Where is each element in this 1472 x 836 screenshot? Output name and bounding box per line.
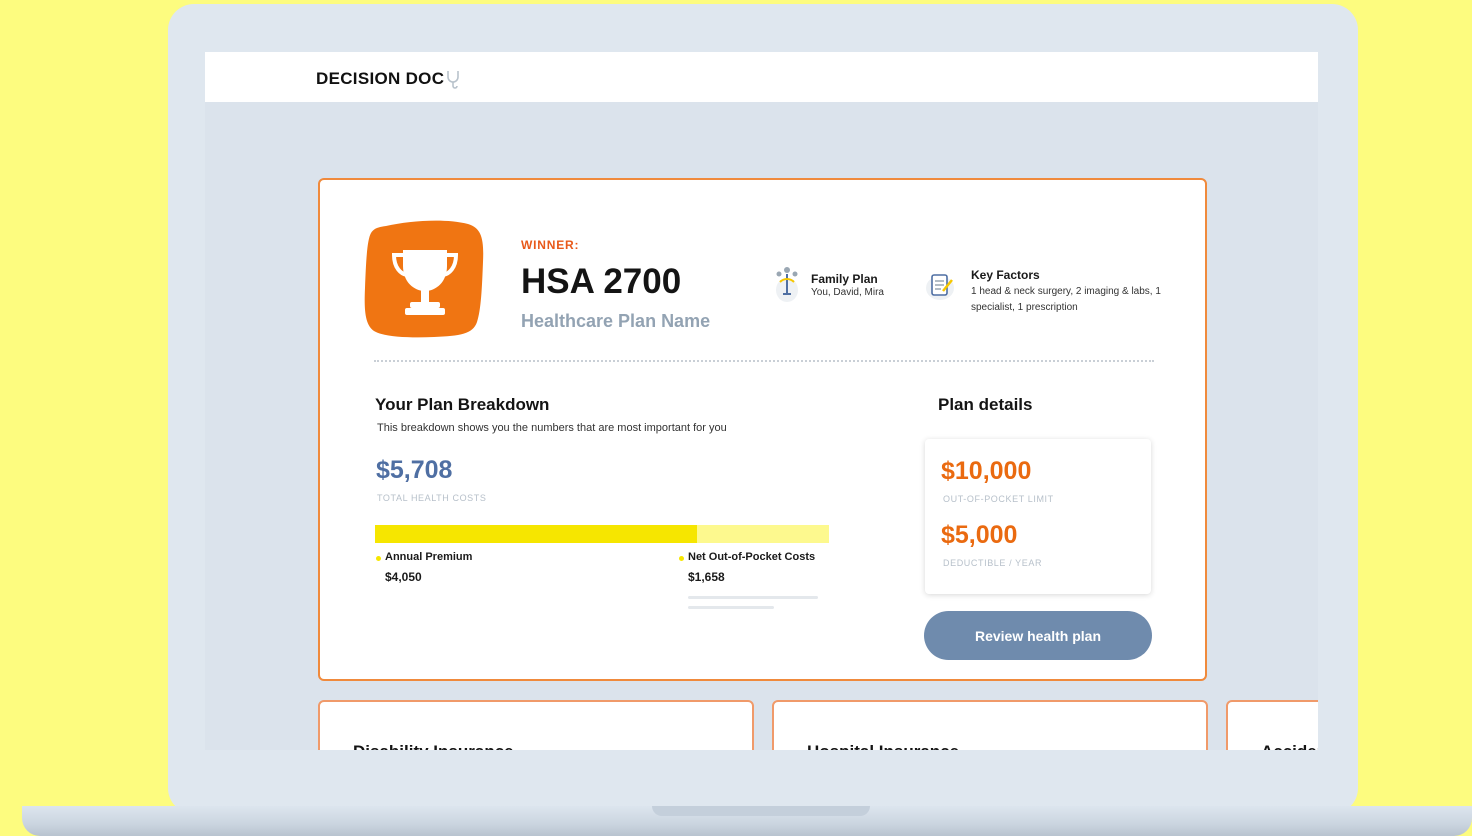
family-plan-title: Family Plan xyxy=(811,272,878,286)
deductible-value: $5,000 xyxy=(941,521,1018,549)
oop-limit-label: OUT-OF-POCKET LIMIT xyxy=(943,494,1054,504)
trophy-icon xyxy=(364,220,484,338)
winner-card: WINNER: HSA 2700 Healthcare Plan Name Fa… xyxy=(318,178,1207,681)
top-bar: DECISION DOC xyxy=(205,52,1318,102)
app-screen: DECISION DOC WINNER: HSA 2700 Healthcare… xyxy=(205,52,1318,750)
accident-insurance-card[interactable]: Accident Insurance xyxy=(1226,700,1318,750)
laptop-notch xyxy=(652,806,870,816)
net-oop-label: Net Out-of-Pocket Costs xyxy=(688,551,816,563)
premium-legend-dot xyxy=(376,556,381,561)
breakdown-subtitle: This breakdown shows you the numbers tha… xyxy=(377,422,727,434)
card-title: Disability Insurance xyxy=(353,742,514,750)
plan-name: HSA 2700 xyxy=(521,262,682,301)
deductible-label: DEDUCTIBLE / YEAR xyxy=(943,558,1043,568)
stethoscope-icon xyxy=(447,71,460,89)
footnote-placeholder xyxy=(688,606,774,609)
logo-text: DECISION DOC xyxy=(316,69,445,88)
key-factors-description: 1 head & neck surgery, 2 imaging & labs,… xyxy=(971,286,1161,313)
card-divider xyxy=(374,360,1154,362)
net-oop-value: $1,658 xyxy=(688,570,725,584)
winner-label: WINNER: xyxy=(521,238,580,252)
card-title: Accident Insurance xyxy=(1261,742,1318,750)
total-health-costs-label: TOTAL HEALTH COSTS xyxy=(377,493,487,503)
logo[interactable]: DECISION DOC xyxy=(316,69,461,89)
premium-value: $4,050 xyxy=(385,570,422,584)
hospital-insurance-card[interactable]: Hospital Insurance xyxy=(772,700,1208,750)
plan-details-title: Plan details xyxy=(938,395,1033,414)
checklist-icon xyxy=(926,274,954,300)
breakdown-title: Your Plan Breakdown xyxy=(375,395,550,414)
oop-limit-value: $10,000 xyxy=(941,457,1032,485)
footnote-placeholder xyxy=(688,596,818,599)
plan-details-box: $10,000 OUT-OF-POCKET LIMIT $5,000 DEDUC… xyxy=(925,439,1151,594)
net-oop-legend-dot xyxy=(679,556,684,561)
family-icon xyxy=(776,267,798,302)
key-factors-title: Key Factors xyxy=(971,268,1040,282)
card-title: Hospital Insurance xyxy=(807,742,959,750)
family-members: You, David, Mira xyxy=(811,287,884,298)
total-health-costs-value: $5,708 xyxy=(376,456,453,484)
disability-insurance-card[interactable]: Disability Insurance xyxy=(318,700,754,750)
plan-subtitle: Healthcare Plan Name xyxy=(521,311,711,331)
review-health-plan-button[interactable]: Review health plan xyxy=(924,611,1152,660)
cost-breakdown-bar xyxy=(375,525,829,543)
premium-bar-segment xyxy=(375,525,697,543)
premium-label: Annual Premium xyxy=(385,551,473,563)
